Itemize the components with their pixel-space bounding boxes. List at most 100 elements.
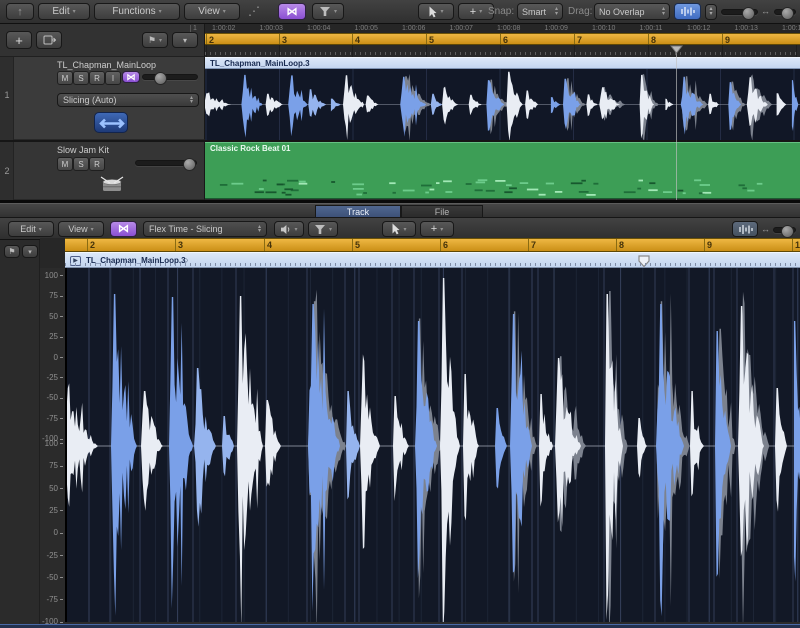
editor-collapse-button[interactable]: ▾ [22,245,38,258]
crosshair-icon: + [431,223,437,235]
editor-tab-bar: Track File [0,203,800,218]
flex-mode-button[interactable]: ⋈ [278,3,306,20]
drag-value: No Overlap [599,7,645,17]
scale-label: 25 [37,332,63,341]
slider-knob[interactable] [183,158,196,171]
editor-crosshair-tool-button[interactable]: + ▾ [420,221,454,237]
cycle-icon[interactable]: ○ [183,255,188,265]
track-i-button[interactable]: I [105,71,121,85]
bar-line [426,34,427,44]
track-volume-slider[interactable] [142,74,198,80]
editor-gutter: ⚑ ▾ [0,240,40,628]
editor-sort-button[interactable]: ⚑ [4,245,20,258]
region-play-button[interactable]: ▶ [70,256,81,266]
chevron-down-icon: ▾ [159,8,162,15]
automation-nodes-icon[interactable]: ⋰ [248,4,260,18]
track-icon[interactable] [98,176,126,194]
edit-menu[interactable]: Edit ▾ [38,3,90,20]
track-collapse-button[interactable]: ▾ [172,32,198,48]
track-name[interactable]: TL_Chapman_MainLoop [57,60,156,70]
editor-view-menu[interactable]: View ▾ [58,221,104,237]
bar-number: 8 [619,240,624,250]
time-label: 1:00:08 [497,25,520,32]
time-label: 1:00:14 [782,25,800,32]
add-track-button[interactable]: + [6,31,32,49]
editor-region-strip[interactable]: ▶ TL_Chapman_MainLoop.3 ○ [65,252,800,268]
vzoom-stepper[interactable]: ▴ ▾ [705,4,717,20]
filter-button[interactable]: ▾ [312,3,344,20]
duplicate-track-button[interactable] [36,31,62,49]
editor-zoom-slider[interactable] [773,227,796,233]
track-r-button[interactable]: R [89,71,105,85]
play-icon: ▶ [73,258,78,264]
time-label: 1:00:02 [212,25,235,32]
track-m-button[interactable]: M [57,157,73,171]
midi-region-body[interactable]: Classic Rock Beat 01 [205,142,800,199]
slider-knob[interactable] [781,7,794,20]
track-name[interactable]: Slow Jam Kit [57,145,109,155]
vertical-zoom-slider[interactable] [721,9,758,15]
horizontal-zoom-slider[interactable] [774,9,796,15]
view-menu[interactable]: View ▾ [184,3,240,20]
tab-track[interactable]: Track [315,205,401,218]
editor-pointer-tool-button[interactable]: ▾ [382,221,416,237]
flex-time-dropdown[interactable]: Flex Time - Slicing ▴▾ [143,221,267,237]
crosshair-icon: + [470,6,476,18]
editor-waveform-zoom-button[interactable] [732,221,758,237]
playhead-marker-icon[interactable] [670,45,683,54]
region-header[interactable]: TL_Chapman_MainLoop.3 [205,57,800,69]
scale-label: 75 [37,291,63,300]
playhead-line[interactable] [676,50,677,200]
drag-dropdown[interactable]: No Overlap ▴▾ [594,3,670,20]
snap-value: Smart [522,7,546,17]
track-s-button[interactable]: S [73,157,89,171]
waveform-vzoom-button[interactable] [674,3,701,20]
snap-dropdown[interactable]: Smart ▴▾ [517,3,563,20]
bar-line [279,34,280,44]
track-flex-button[interactable]: ⋈ [122,71,140,83]
slider-knob[interactable] [742,7,755,20]
track-m-button[interactable]: M [57,71,73,85]
bar-ruler-top[interactable]: 23456789 [205,33,800,45]
chevron-down-icon: ▾ [403,226,406,233]
track-icon[interactable] [94,112,128,133]
bar-line [440,239,441,251]
prelisten-button[interactable]: ▾ [274,221,304,237]
popup-stepper-icon: ▴▾ [190,96,193,105]
tick-bar-line [796,45,797,57]
pointer-tool-button[interactable]: ▾ [418,3,454,20]
editor-filter-button[interactable]: ▾ [308,221,338,237]
track-volume-slider[interactable] [135,160,197,166]
scale-label: 50 [37,312,63,321]
tick-bar-line [426,45,427,57]
track-s-button[interactable]: S [73,71,89,85]
back-button[interactable]: ↑ [6,3,34,20]
track-header[interactable]: Slow Jam Kit MSR [14,142,205,200]
editor-edit-menu[interactable]: Edit ▾ [8,221,54,237]
chevron-down-icon: ▾ [73,8,76,15]
time-label: 1:00:06 [402,25,425,32]
time-label: 1:00:04 [307,25,330,32]
track-header[interactable]: TL_Chapman_MainLoop MSRI ⋈ Slicing (Auto… [14,57,205,140]
time-label: 1:00:12 [687,25,710,32]
editor-waveform-area[interactable] [65,268,800,622]
time-label: 1:00:09 [545,25,568,32]
track-sort-button[interactable]: ⚑ ▾ [142,32,168,48]
flex-marker-handle[interactable] [637,254,651,268]
bar-ruler-editor[interactable]: 234567891 [65,238,800,252]
flex-mode-dropdown[interactable]: Slicing (Auto) ▴▾ [57,93,199,107]
audio-region-body[interactable] [205,69,800,140]
tracks-toolbar: ↑ Edit ▾ Functions ▾ View ▾ ⋰ ⋈ ▾ ▾ [0,0,800,24]
editor-flex-button[interactable]: ⋈ [110,221,137,237]
drum-kit-icon [98,176,126,194]
slider-knob[interactable] [781,225,794,238]
tab-file[interactable]: File [401,205,483,218]
slider-knob[interactable] [154,72,167,85]
bar-number: 5 [429,35,434,45]
tick-strip-top[interactable] [205,45,800,57]
functions-menu[interactable]: Functions ▾ [94,3,180,20]
time-ruler[interactable]: 1:00:021:00:031:00:041:00:051:00:061:00:… [205,24,800,33]
track-r-button[interactable]: R [89,157,105,171]
scale-label: -75 [37,595,63,604]
time-label: 1:00:13 [735,25,758,32]
